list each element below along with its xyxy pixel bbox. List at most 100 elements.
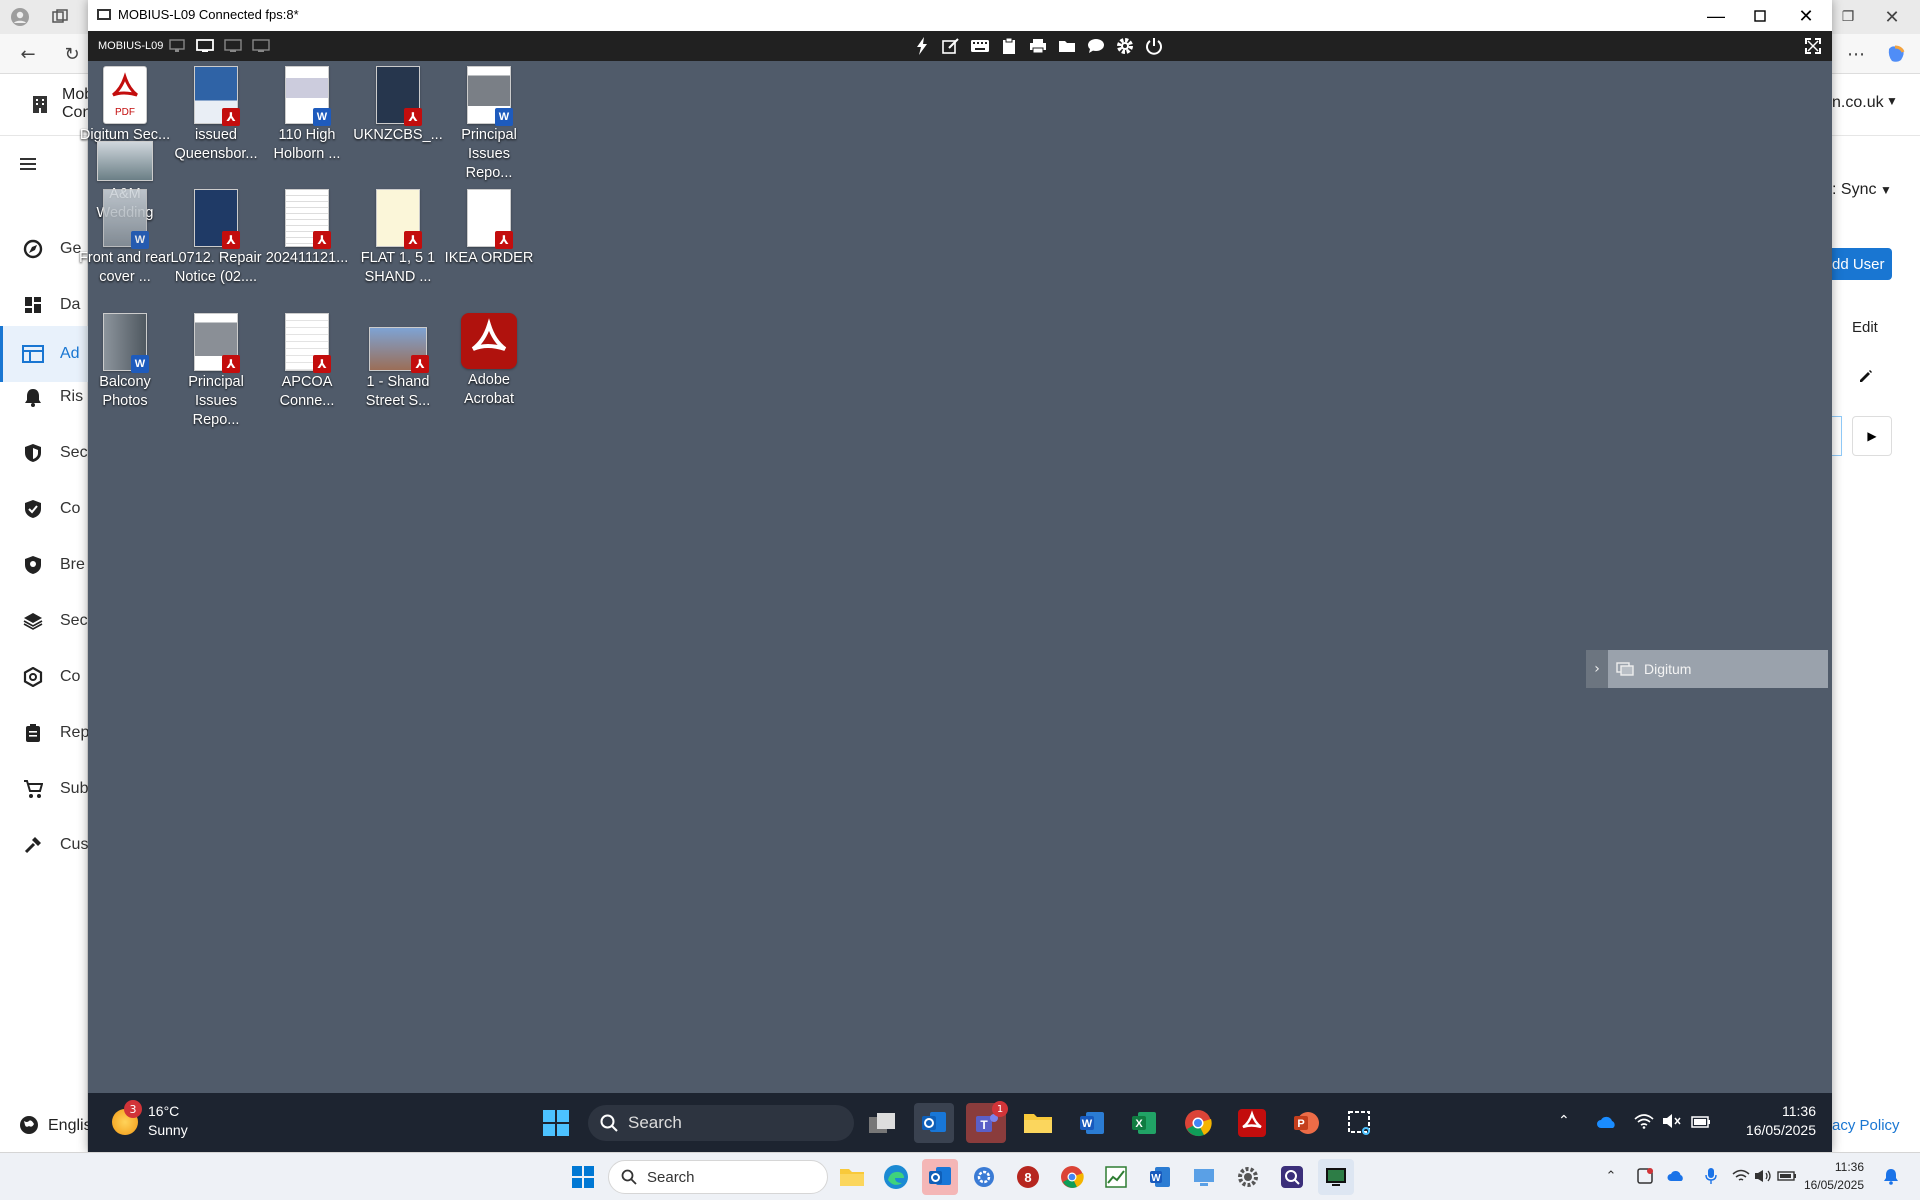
- desktop-icon[interactable]: W 110 High Holborn ...: [261, 66, 353, 164]
- globe-icon[interactable]: [18, 1114, 40, 1136]
- privacy-link-fragment[interactable]: acy Policy: [1832, 1117, 1900, 1134]
- monitor-3-icon[interactable]: [250, 36, 272, 56]
- host-rdp-app-icon[interactable]: [1186, 1159, 1222, 1195]
- lightning-icon[interactable]: [911, 36, 933, 56]
- powerpoint-icon[interactable]: P: [1286, 1103, 1326, 1143]
- desktop-icon[interactable]: ⅄ issued Queensbor...: [170, 66, 262, 164]
- folder-icon[interactable]: [1056, 36, 1078, 56]
- snipping-tool-icon[interactable]: [1340, 1103, 1380, 1143]
- chrome-icon[interactable]: [1178, 1103, 1218, 1143]
- host-settings-app-icon[interactable]: [966, 1159, 1002, 1195]
- caret-down-icon[interactable]: ▼: [1886, 94, 1898, 108]
- tray-overflow-icon[interactable]: ⌃: [1558, 1113, 1570, 1129]
- sidebar-item-9[interactable]: Rep: [20, 713, 90, 753]
- onedrive-icon[interactable]: [1596, 1115, 1618, 1129]
- more-icon[interactable]: ⋯: [1840, 38, 1872, 70]
- host-outlook-icon[interactable]: [922, 1159, 958, 1195]
- chevron-right-icon[interactable]: ›: [1586, 650, 1608, 688]
- desktop-icon[interactable]: ⅄ 202411121...: [261, 189, 353, 268]
- gear-icon[interactable]: [1114, 36, 1136, 56]
- pencil-icon[interactable]: [1858, 368, 1874, 384]
- notification-flyout[interactable]: › Digitum: [1586, 650, 1828, 688]
- restore-icon[interactable]: ❐: [1832, 1, 1864, 33]
- word-icon[interactable]: W: [1072, 1103, 1112, 1143]
- account-domain-fragment[interactable]: n.co.uk: [1832, 94, 1884, 112]
- desktop-icon[interactable]: ⅄ UKNZCBS_...: [352, 66, 444, 145]
- search-box[interactable]: Search: [588, 1105, 854, 1141]
- volume-muted-icon[interactable]: [1662, 1113, 1682, 1129]
- wifi-icon[interactable]: [1634, 1113, 1654, 1129]
- desktop-icon[interactable]: ⅄ FLAT 1, 5 1 SHAND ...: [352, 189, 444, 287]
- copilot-icon[interactable]: [1880, 38, 1912, 70]
- word-badge-icon: W: [495, 108, 513, 126]
- sync-fragment[interactable]: : Sync: [1832, 181, 1876, 199]
- monitor-2-icon[interactable]: [222, 36, 244, 56]
- battery-icon[interactable]: [1691, 1113, 1711, 1129]
- desktop-icon[interactable]: ⅄ Principal Issues Repo...: [170, 313, 262, 430]
- power-icon[interactable]: [1143, 36, 1165, 56]
- desktop-icon[interactable]: PDF Digitum Sec...: [79, 66, 171, 145]
- host-edge-icon[interactable]: [878, 1159, 914, 1195]
- host-chrome-icon[interactable]: [1054, 1159, 1090, 1195]
- host-app-red-icon[interactable]: 8: [1010, 1159, 1046, 1195]
- host-remote-desktop-icon[interactable]: [1318, 1159, 1354, 1195]
- sidebar-item-6[interactable]: Bre: [20, 545, 90, 585]
- sidebar-item-label: Sec: [60, 612, 88, 629]
- sidebar-item-10[interactable]: Sub: [20, 769, 90, 809]
- host-tray-overflow-icon[interactable]: ⌃: [1600, 1165, 1622, 1187]
- host-search-box[interactable]: Search: [608, 1160, 828, 1194]
- host-mic-icon[interactable]: [1700, 1165, 1722, 1187]
- notification-bell-icon[interactable]: [1880, 1165, 1902, 1187]
- network-icon[interactable]: [166, 36, 188, 56]
- host-start-icon[interactable]: [565, 1159, 601, 1195]
- next-page-icon[interactable]: ▶: [1852, 416, 1892, 456]
- host-wifi-icon[interactable]: [1730, 1165, 1752, 1187]
- host-search-app-icon[interactable]: [1274, 1159, 1310, 1195]
- file-explorer-icon[interactable]: [1018, 1103, 1058, 1143]
- printer-icon[interactable]: [1027, 36, 1049, 56]
- sidebar-item-7[interactable]: Sec: [20, 601, 90, 641]
- sidebar-item-11[interactable]: Cus: [20, 825, 90, 865]
- outlook-icon[interactable]: [914, 1103, 954, 1143]
- add-user-button[interactable]: dd User: [1832, 248, 1892, 280]
- pagination-field-edge[interactable]: [1832, 416, 1842, 456]
- host-onedrive-icon[interactable]: [1666, 1165, 1688, 1187]
- desktop-icon[interactable]: W Front and rear cover ...: [79, 189, 171, 287]
- language-fragment[interactable]: Englis: [48, 1117, 92, 1135]
- excel-icon[interactable]: X: [1124, 1103, 1164, 1143]
- host-settings-icon[interactable]: [1230, 1159, 1266, 1195]
- desktop-icon[interactable]: ⅄ L0712. Repair Notice (02....: [170, 189, 262, 287]
- close-icon[interactable]: ✕: [1790, 0, 1822, 32]
- back-icon[interactable]: ←: [12, 38, 44, 70]
- sidebar-item-8[interactable]: Co: [20, 657, 90, 697]
- monitor-icon[interactable]: [194, 36, 216, 56]
- task-view-icon[interactable]: [862, 1103, 902, 1143]
- desktop-icon[interactable]: W Principal Issues Repo...: [443, 66, 535, 183]
- acrobat-icon[interactable]: [1232, 1103, 1272, 1143]
- close-browser-icon[interactable]: ✕: [1876, 1, 1908, 33]
- desktop-icon[interactable]: ⅄ APCOA Conne...: [261, 313, 353, 411]
- maximize-icon[interactable]: [1744, 0, 1776, 32]
- dashboard-icon: [20, 292, 46, 318]
- desktop-icon[interactable]: Adobe Acrobat: [443, 313, 535, 409]
- clipboard-icon[interactable]: [998, 36, 1020, 56]
- fullscreen-icon[interactable]: [1802, 36, 1824, 56]
- sidebar-item-4[interactable]: Sec: [20, 433, 90, 473]
- keyboard-icon[interactable]: [969, 36, 991, 56]
- sync-caret-icon[interactable]: ▼: [1880, 183, 1892, 197]
- host-chart-app-icon[interactable]: [1098, 1159, 1134, 1195]
- host-sync-icon[interactable]: [1634, 1165, 1656, 1187]
- desktop-icon[interactable]: W Balcony Photos: [79, 313, 171, 411]
- desktop-icon[interactable]: ⅄ 1 - Shand Street S...: [352, 313, 444, 411]
- host-volume-icon[interactable]: [1752, 1165, 1774, 1187]
- profile-icon[interactable]: [4, 1, 36, 33]
- desktop-icon[interactable]: ⅄ IKEA ORDER: [443, 189, 535, 268]
- sidebar-item-5[interactable]: Co: [20, 489, 90, 529]
- edit-icon[interactable]: [940, 36, 962, 56]
- windows-start-icon[interactable]: [536, 1103, 576, 1143]
- host-word-icon[interactable]: W: [1142, 1159, 1178, 1195]
- minimize-icon[interactable]: —: [1700, 0, 1732, 32]
- host-file-explorer-icon[interactable]: [834, 1159, 870, 1195]
- chat-icon[interactable]: [1085, 36, 1107, 56]
- workspaces-icon[interactable]: [44, 1, 76, 33]
